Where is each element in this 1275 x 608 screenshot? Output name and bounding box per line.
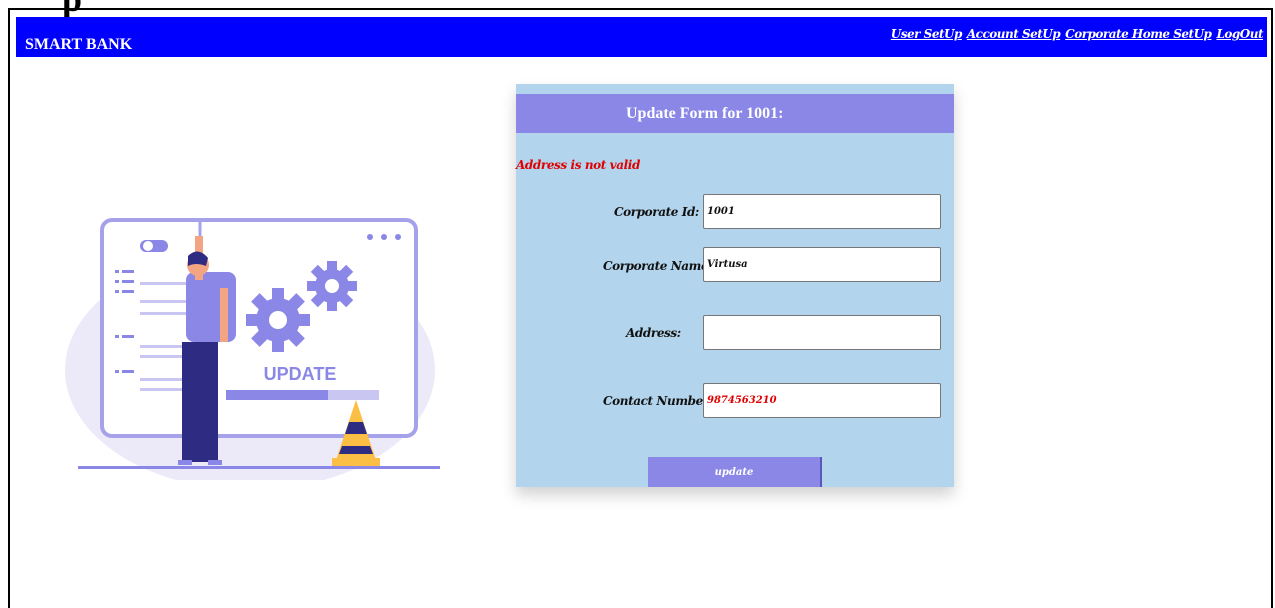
nav-logout-link[interactable]: LogOut <box>1216 27 1263 41</box>
update-form-card: Update Form for 1001: Address is not val… <box>516 84 954 487</box>
corporate-name-input[interactable] <box>703 247 941 282</box>
illustration-caption: UPDATE <box>264 364 337 384</box>
nav-account-setup-link[interactable]: Account SetUp <box>967 27 1061 41</box>
nav-corporate-home-setup-link[interactable]: Corporate Home SetUp <box>1065 27 1212 41</box>
corporate-id-input[interactable] <box>703 194 941 229</box>
contact-number-input[interactable] <box>703 383 941 418</box>
validation-error-message: Address is not valid <box>516 158 640 172</box>
update-illustration-icon: UPDATE <box>65 218 440 480</box>
top-navbar: SMART BANK User SetUp Account SetUp Corp… <box>16 17 1267 57</box>
form-title: Update Form for 1001: <box>626 105 784 122</box>
address-input[interactable] <box>703 315 941 350</box>
contact-number-label: Contact Number: <box>603 394 713 408</box>
nav-links: User SetUp Account SetUp Corporate Home … <box>891 27 1264 41</box>
brand-title: SMART BANK <box>25 36 133 53</box>
corporate-id-label: Corporate Id: <box>614 205 699 219</box>
nav-user-setup-link[interactable]: User SetUp <box>891 27 963 41</box>
corporate-name-label: Corporate Name: <box>603 259 713 273</box>
update-button[interactable]: update <box>648 457 822 487</box>
address-label: Address: <box>626 326 681 340</box>
